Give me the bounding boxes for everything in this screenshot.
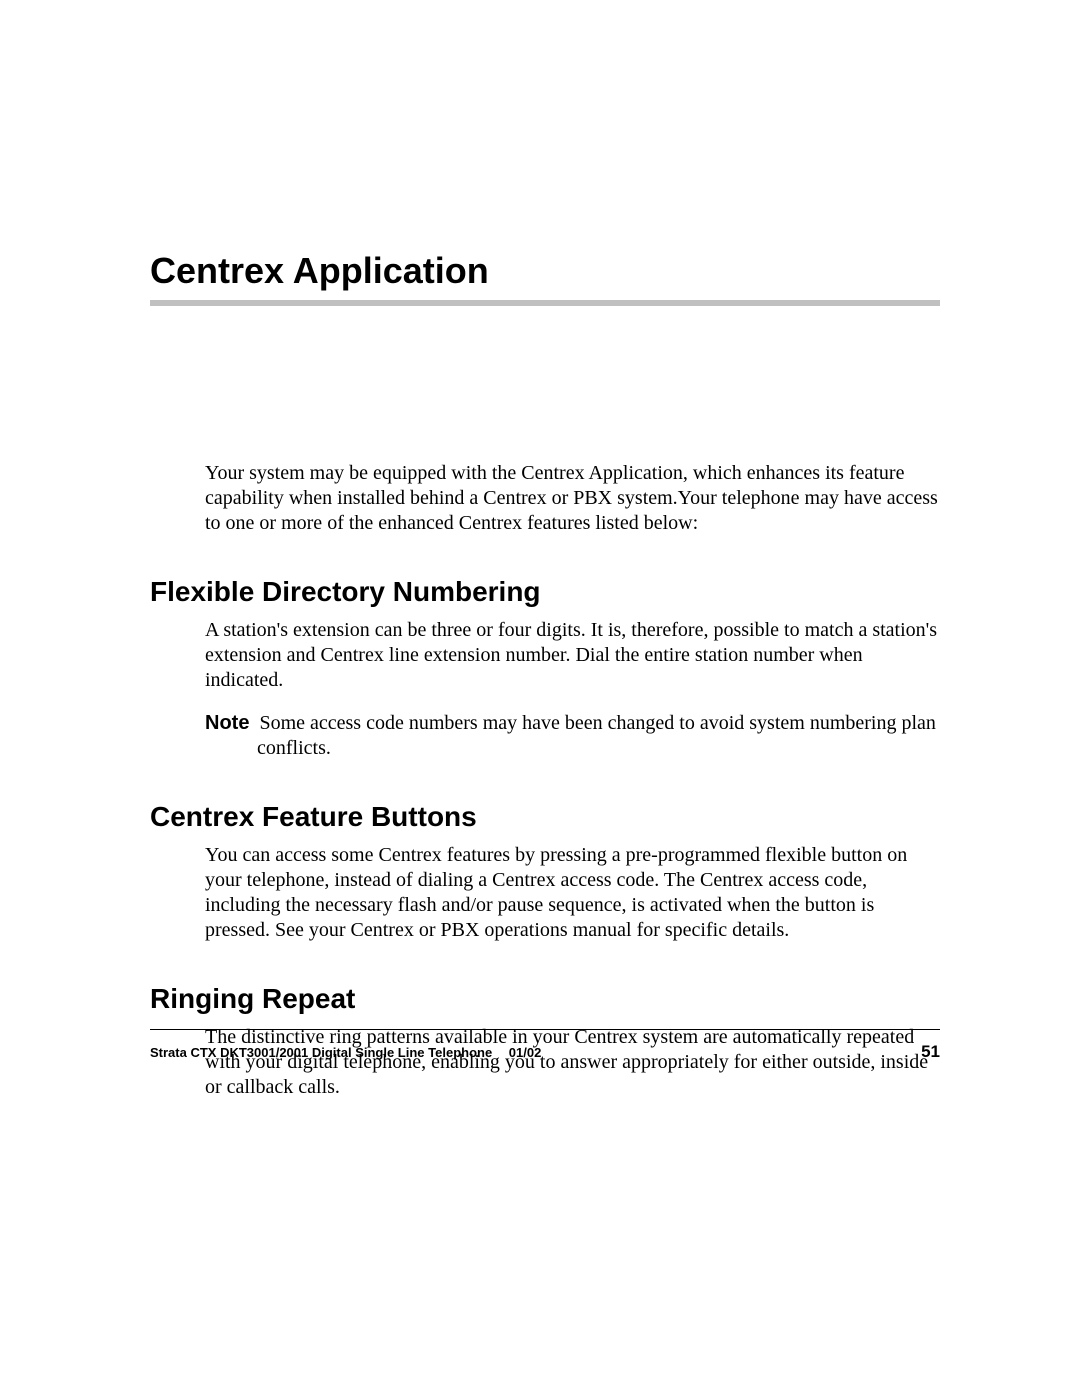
section-body-centrex-feature-buttons: You can access some Centrex features by … (205, 843, 940, 943)
footer-doc-title: Strata CTX DKT3001/2001 Digital Single L… (150, 1045, 541, 1060)
chapter-title: Centrex Application (150, 250, 940, 292)
note-label: Note (205, 712, 249, 734)
note-text: Some access code numbers may have been c… (257, 712, 936, 759)
intro-paragraph: Your system may be equipped with the Cen… (205, 461, 940, 536)
footer-page-number: 51 (921, 1042, 940, 1062)
section-heading-centrex-feature-buttons: Centrex Feature Buttons (150, 801, 940, 833)
note-block: Note Some access code numbers may have b… (205, 711, 940, 761)
footer-rule (150, 1029, 940, 1030)
section-heading-flexible-directory: Flexible Directory Numbering (150, 576, 940, 608)
footer-content: Strata CTX DKT3001/2001 Digital Single L… (150, 1042, 940, 1062)
document-page: Centrex Application Your system may be e… (0, 0, 1080, 1100)
section-body-flexible-directory: A station's extension can be three or fo… (205, 618, 940, 693)
title-underline-rule (150, 300, 940, 306)
page-footer: Strata CTX DKT3001/2001 Digital Single L… (150, 1029, 940, 1062)
section-heading-ringing-repeat: Ringing Repeat (150, 983, 940, 1015)
